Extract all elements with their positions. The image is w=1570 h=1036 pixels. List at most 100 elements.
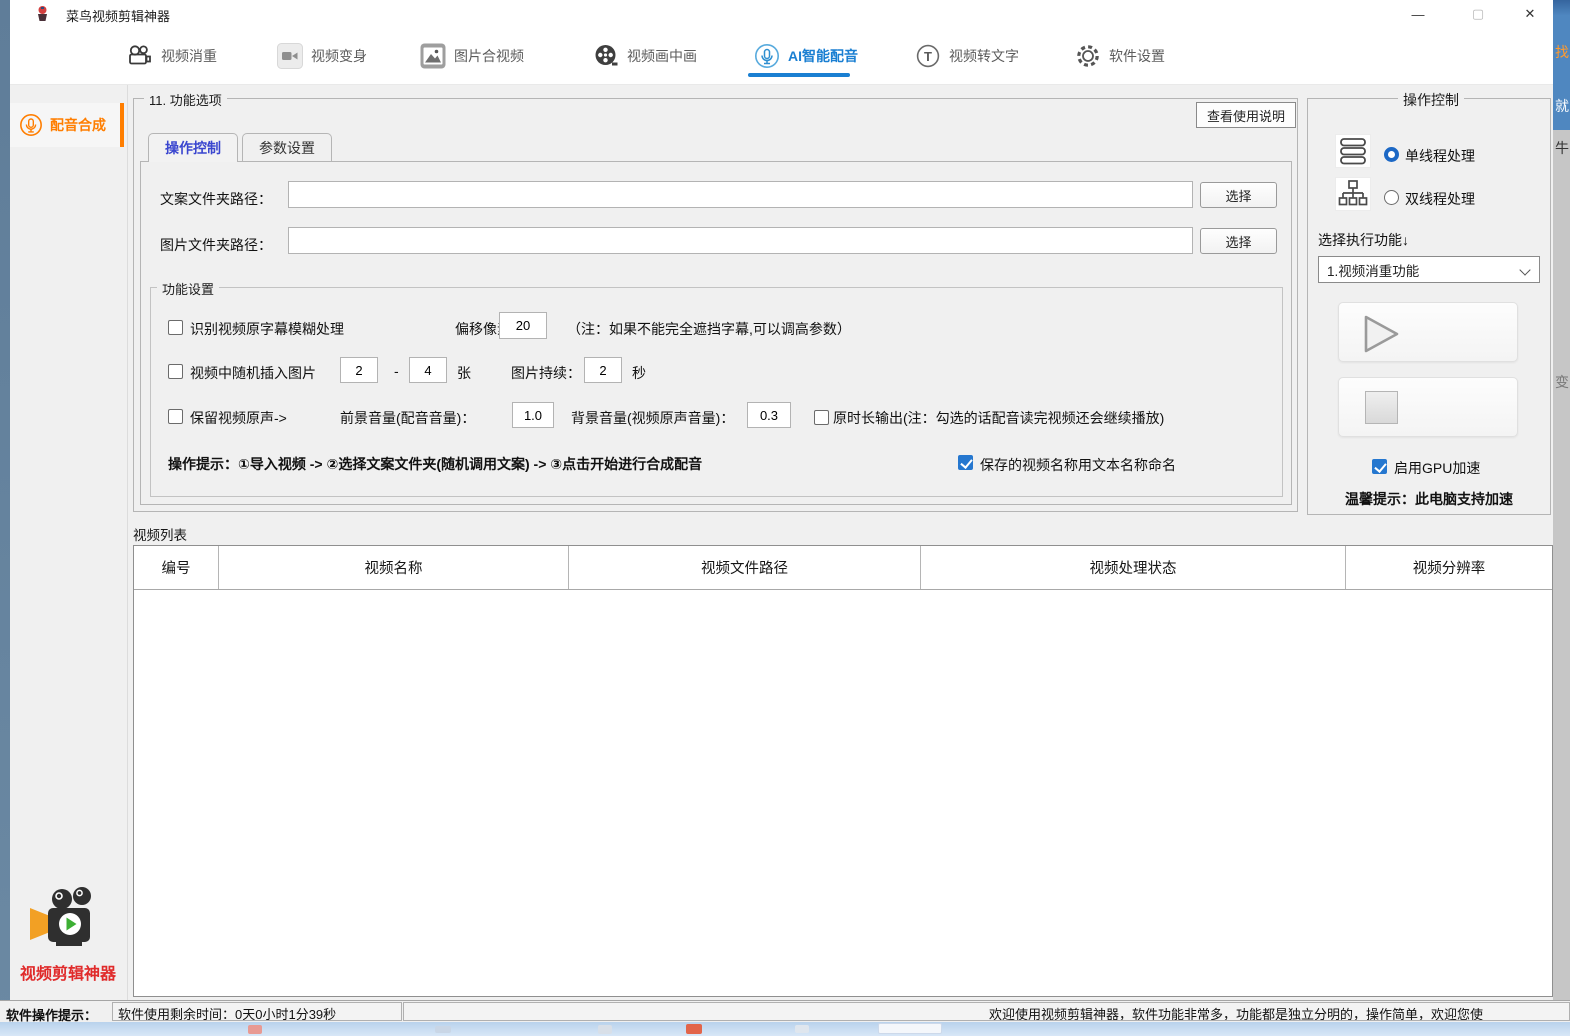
background-fragment: 找	[1555, 42, 1569, 62]
insert-images-checkbox[interactable]	[168, 364, 183, 379]
nav-label: AI智能配音	[788, 46, 858, 66]
close-button[interactable]: ✕	[1507, 0, 1553, 28]
video-list-header: 编号 视频名称 视频文件路径 视频处理状态 视频分辨率	[134, 546, 1552, 590]
foreground-volume-input[interactable]	[512, 402, 554, 428]
single-thread-radio[interactable]	[1384, 147, 1399, 162]
app-icon	[34, 5, 51, 22]
save-name-label: 保存的视频名称用文本名称命名	[980, 455, 1176, 475]
microphone-icon	[754, 43, 780, 69]
function-select-label: 选择执行功能↓	[1318, 230, 1409, 250]
insert-images-label: 视频中随机插入图片	[190, 363, 316, 383]
taskbar-icon[interactable]	[686, 1024, 702, 1034]
operation-hint: 操作提示：①导入视频 -> ②选择文案文件夹(随机调用文案) -> ③点击开始进…	[168, 454, 702, 474]
background-fragment: 变	[1555, 372, 1569, 392]
options-groupbox-title: 11. 功能选项	[144, 90, 227, 109]
maximize-button[interactable]: ▢	[1455, 0, 1501, 28]
select-text-folder-button[interactable]: 选择	[1200, 182, 1277, 208]
welcome-message: 欢迎使用视频剪辑神器，软件功能非常多，功能都是独立分明的，操作简单，欢迎您使	[989, 1004, 1483, 1021]
tab-parameter-settings[interactable]: 参数设置	[242, 133, 332, 161]
taskbar-icon[interactable]	[248, 1025, 262, 1034]
tab-operation-control[interactable]: 操作控制	[148, 133, 238, 162]
taskbar[interactable]	[0, 1022, 1570, 1036]
active-tab-underline	[748, 73, 850, 77]
video-list-table: 编号 视频名称 视频文件路径 视频处理状态 视频分辨率	[133, 545, 1553, 997]
sidebar-divider	[127, 85, 128, 1000]
taskbar-icon[interactable]	[795, 1025, 809, 1033]
gear-icon	[1075, 43, 1101, 69]
dual-thread-icon	[1335, 177, 1371, 211]
keep-original-audio-label: 保留视频原声->	[190, 408, 287, 428]
sidebar-item-label: 配音合成	[50, 115, 106, 135]
blur-subtitles-label: 识别视频原字幕模糊处理	[190, 319, 344, 339]
nav-tab-video-pip[interactable]: 视频画中画	[593, 40, 697, 72]
column-header-resolution[interactable]: 视频分辨率	[1346, 546, 1552, 589]
minimize-button[interactable]: —	[1395, 0, 1441, 28]
nav-tab-video-dedup[interactable]: 视频消重	[127, 40, 217, 72]
nav-tab-ai-dubbing[interactable]: AI智能配音	[754, 40, 858, 72]
nav-tab-video-transform[interactable]: 视频变身	[277, 40, 367, 72]
insert-max-input[interactable]	[409, 357, 447, 383]
nav-label: 视频画中画	[627, 46, 697, 66]
background-volume-input[interactable]	[747, 402, 791, 428]
function-settings-title: 功能设置	[157, 279, 219, 298]
foreground-volume-label: 前景音量(配音音量)：	[340, 408, 475, 428]
function-dropdown-value: 1.视频消重功能	[1327, 260, 1419, 280]
save-name-checkbox[interactable]	[958, 455, 973, 470]
column-header-number[interactable]: 编号	[134, 546, 219, 589]
nav-label: 图片合视频	[454, 46, 524, 66]
movie-camera-icon	[127, 43, 153, 69]
stop-icon	[1365, 391, 1398, 424]
nav-label: 软件设置	[1109, 46, 1165, 66]
welcome-message-field: 欢迎使用视频剪辑神器，软件功能非常多，功能都是独立分明的，操作简单，欢迎您使	[403, 1002, 1570, 1021]
app-logo	[16, 884, 120, 959]
gpu-acceleration-checkbox[interactable]	[1372, 459, 1387, 474]
original-length-label: 原时长输出(注：勾选的话配音读完视频还会继续播放)	[833, 408, 1164, 428]
keep-original-audio-checkbox[interactable]	[168, 409, 183, 424]
column-header-video-name[interactable]: 视频名称	[219, 546, 569, 589]
original-length-checkbox[interactable]	[814, 410, 829, 425]
insert-unit-label: 张	[457, 363, 471, 383]
view-instructions-button[interactable]: 查看使用说明	[1196, 102, 1296, 128]
background-fragment: 就	[1555, 96, 1569, 116]
nav-tab-settings[interactable]: 软件设置	[1075, 40, 1165, 72]
nav-label: 视频消重	[161, 46, 217, 66]
nav-label: 视频变身	[311, 46, 367, 66]
sidebar-item-dubbing[interactable]: 配音合成	[10, 103, 124, 147]
start-button[interactable]	[1338, 302, 1518, 362]
movie-camera-logo-icon	[26, 884, 110, 954]
microphone-icon	[19, 113, 43, 137]
gpu-acceleration-label: 启用GPU加速	[1394, 458, 1480, 478]
taskbar-icon[interactable]	[598, 1025, 612, 1034]
function-dropdown[interactable]: 1.视频消重功能	[1318, 256, 1540, 283]
video-camera-icon	[277, 43, 303, 69]
play-icon	[1359, 312, 1403, 356]
stop-button[interactable]	[1338, 377, 1518, 437]
insert-min-input[interactable]	[340, 357, 378, 383]
range-separator: -	[394, 363, 399, 379]
taskbar-icon[interactable]	[435, 1026, 451, 1033]
column-header-status[interactable]: 视频处理状态	[921, 546, 1346, 589]
titlebar: 菜鸟视频剪辑神器 — ▢ ✕	[10, 0, 1553, 28]
dual-thread-radio[interactable]	[1384, 190, 1399, 205]
dual-thread-label: 双线程处理	[1405, 189, 1475, 209]
status-prefix: 软件操作提示：	[6, 1005, 97, 1024]
duration-unit-label: 秒	[632, 363, 646, 383]
nav-tab-image-to-video[interactable]: 图片合视频	[420, 40, 524, 72]
offset-pixels-input[interactable]	[499, 312, 547, 339]
control-groupbox-title: 操作控制	[1398, 90, 1464, 110]
image-duration-input[interactable]	[584, 357, 622, 383]
select-image-folder-button[interactable]: 选择	[1200, 228, 1277, 254]
text-folder-input[interactable]	[288, 181, 1193, 208]
image-folder-input[interactable]	[288, 227, 1193, 254]
nav-label: 视频转文字	[949, 46, 1019, 66]
offset-note: （注：如果不能完全遮挡字幕,可以调高参数）	[567, 319, 851, 339]
blur-subtitles-checkbox[interactable]	[168, 320, 183, 335]
taskbar-window-preview[interactable]	[878, 1023, 942, 1034]
text-folder-label: 文案文件夹路径：	[160, 189, 272, 209]
column-header-file-path[interactable]: 视频文件路径	[569, 546, 921, 589]
video-list-title: 视频列表	[133, 524, 187, 544]
image-folder-label: 图片文件夹路径：	[160, 235, 272, 255]
desktop-edge-left	[0, 0, 10, 1036]
window-title: 菜鸟视频剪辑神器	[66, 6, 170, 25]
nav-tab-video-to-text[interactable]: T 视频转文字	[915, 40, 1019, 72]
